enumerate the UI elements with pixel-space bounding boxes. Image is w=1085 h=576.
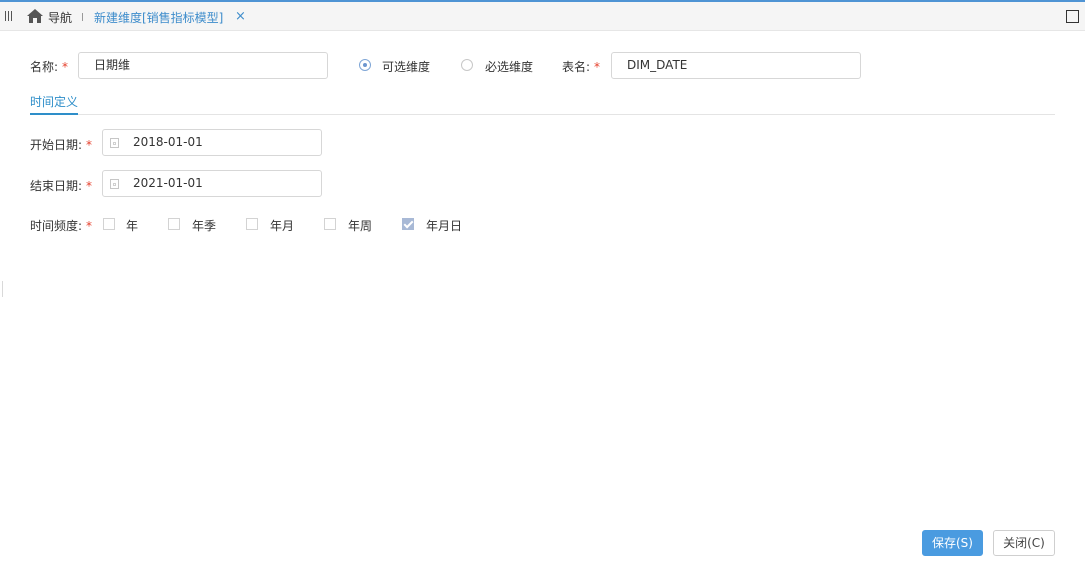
resize-handle[interactable] <box>2 281 3 297</box>
optional-dimension-radio[interactable] <box>359 59 371 71</box>
tab-separator <box>82 13 83 21</box>
required-mark: * <box>86 179 93 193</box>
start-date-label-text: 开始日期: <box>30 138 83 152</box>
optional-dimension-label[interactable]: 可选维度 <box>382 58 430 75</box>
required-dimension-label[interactable]: 必选维度 <box>485 58 533 75</box>
section-divider <box>30 114 1055 115</box>
freq-year-month-checkbox[interactable] <box>246 218 258 230</box>
table-name-label-text: 表名: <box>562 60 591 74</box>
freq-year-month-label[interactable]: 年月 <box>270 217 294 234</box>
required-mark: * <box>86 138 93 152</box>
nav-link[interactable]: 导航 <box>48 9 72 26</box>
tab-time-definition[interactable]: 时间定义 <box>30 93 78 110</box>
save-button[interactable]: 保存(S) <box>922 530 983 556</box>
freq-year-quarter-checkbox[interactable] <box>168 218 180 230</box>
freq-year-week-label[interactable]: 年周 <box>348 217 372 234</box>
end-date-label-text: 结束日期: <box>30 179 83 193</box>
name-field[interactable]: 日期维 <box>78 52 328 79</box>
name-label-text: 名称: <box>30 60 59 74</box>
top-tab-bar: 导航 新建维度[销售指标模型] × <box>0 0 1085 31</box>
active-tab-underline <box>30 113 78 115</box>
required-mark: * <box>62 60 69 74</box>
frequency-label: 时间频度: * <box>30 217 92 234</box>
freq-year-checkbox[interactable] <box>103 218 115 230</box>
calendar-icon[interactable] <box>110 138 119 148</box>
freq-year-week-checkbox[interactable] <box>324 218 336 230</box>
required-mark: * <box>594 60 601 74</box>
required-dimension-radio[interactable] <box>461 59 473 71</box>
start-date-label: 开始日期: * <box>30 136 92 153</box>
end-date-label: 结束日期: * <box>30 177 92 194</box>
start-date-field[interactable]: 2018-01-01 <box>102 129 322 156</box>
frequency-label-text: 时间频度: <box>30 219 83 233</box>
tab-close-icon[interactable]: × <box>235 10 246 24</box>
end-date-field[interactable]: 2021-01-01 <box>102 170 322 197</box>
maximize-icon[interactable] <box>1066 10 1079 23</box>
end-date-value: 2021-01-01 <box>133 176 203 190</box>
freq-year-label[interactable]: 年 <box>126 217 138 234</box>
required-mark: * <box>86 219 93 233</box>
table-name-label: 表名: * <box>562 58 600 75</box>
home-icon[interactable] <box>27 9 43 23</box>
freq-year-month-day-checkbox[interactable] <box>402 218 414 230</box>
start-date-value: 2018-01-01 <box>133 135 203 149</box>
name-label: 名称: * <box>30 58 68 75</box>
menu-handle-icon[interactable] <box>5 11 13 21</box>
close-button[interactable]: 关闭(C) <box>993 530 1055 556</box>
freq-year-quarter-label[interactable]: 年季 <box>192 217 216 234</box>
table-name-field[interactable]: DIM_DATE <box>611 52 861 79</box>
calendar-icon[interactable] <box>110 179 119 189</box>
tab-new-dimension[interactable]: 新建维度[销售指标模型] <box>94 9 223 26</box>
freq-year-month-day-label[interactable]: 年月日 <box>426 217 462 234</box>
